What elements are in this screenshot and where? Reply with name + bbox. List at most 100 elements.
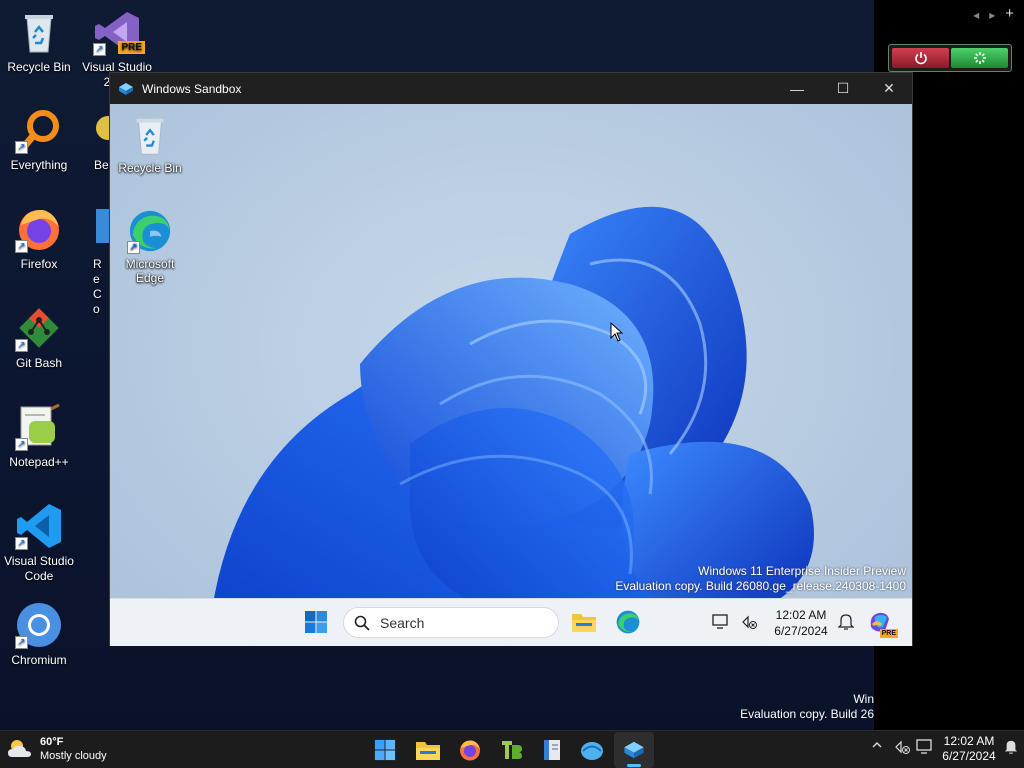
desktop-icon-label: Chromium xyxy=(11,653,67,667)
sandbox-search-box[interactable]: Search xyxy=(343,607,559,638)
sandbox-icon-edge[interactable]: ↗ Microsoft Edge xyxy=(110,208,190,285)
weather-text: 60°F Mostly cloudy xyxy=(40,735,107,763)
edge-icon: ↗ xyxy=(127,208,173,254)
minimize-button[interactable]: — xyxy=(774,73,820,104)
desktop-icon-partial-2[interactable]: Re Co xyxy=(78,205,110,317)
tray-network-icon[interactable] xyxy=(894,739,912,758)
firefox-icon: ↗ xyxy=(15,205,63,253)
windows-logo-icon xyxy=(305,611,327,633)
prev-arrow-icon[interactable]: ◂ xyxy=(973,8,979,22)
host-windows-sandbox-button[interactable] xyxy=(614,732,654,768)
edge-icon xyxy=(616,610,640,634)
weather-widget[interactable]: 60°F Mostly cloudy xyxy=(6,735,107,763)
weather-temperature: 60°F xyxy=(40,736,64,748)
desktop-icon-recycle-bin[interactable]: Recycle Bin xyxy=(0,8,78,75)
power-icon xyxy=(914,52,927,65)
host-watermark-line1: Win xyxy=(853,692,874,706)
desktop-icon-firefox[interactable]: ↗ Firefox xyxy=(0,205,78,272)
desktop-icon-chromium[interactable]: ↗ Chromium xyxy=(0,601,78,668)
next-arrow-icon[interactable]: ▸ xyxy=(989,8,995,22)
host-clock-date: 6/27/2024 xyxy=(942,749,996,763)
folder-icon xyxy=(572,614,596,632)
window-title: Windows Sandbox xyxy=(142,81,242,96)
sandbox-titlebar[interactable]: Windows Sandbox — ☐ ✕ xyxy=(110,73,912,104)
sandbox-icon-recycle-bin[interactable]: Recycle Bin xyxy=(110,112,190,175)
weather-condition: Mostly cloudy xyxy=(40,750,107,762)
git-bash-icon: ↗ xyxy=(15,304,63,352)
close-button[interactable]: ✕ xyxy=(866,73,912,104)
desktop-icon-notepad-plus-plus[interactable]: ↗ Notepad++ xyxy=(0,403,78,470)
notification-bell-icon[interactable] xyxy=(1004,739,1018,758)
vscode-icon: ↗ xyxy=(15,502,63,550)
desktop-icon-vscode[interactable]: ↗ Visual Studio Code xyxy=(0,502,78,584)
windows-logo-icon xyxy=(374,739,396,761)
power-widget xyxy=(888,44,1012,72)
host-watermark-line2: Evaluation copy. Build 26 xyxy=(740,707,874,721)
sandbox-edge-button[interactable] xyxy=(610,604,646,640)
visual-studio-icon: PRE ↗ xyxy=(93,8,145,56)
window-controls: — ☐ ✕ xyxy=(774,73,912,104)
desktop-icon-label: Everything xyxy=(10,158,68,172)
firefox-icon xyxy=(460,740,480,761)
shortcut-arrow-icon: ↗ xyxy=(15,141,28,154)
preview-badge: PRE xyxy=(118,41,145,54)
recycle-bin-icon xyxy=(15,8,63,56)
sandbox-notification-button[interactable] xyxy=(832,604,860,640)
desktop-icon-label: Visual Studio Code xyxy=(4,554,74,583)
sandbox-desktop[interactable]: Recycle Bin ↗ Microsoft Edge Windows 11 … xyxy=(110,104,912,646)
monitor-icon xyxy=(712,614,728,629)
sandbox-display-tray[interactable] xyxy=(707,604,735,640)
power-off-button[interactable] xyxy=(892,48,949,68)
desktop-icon-label: Notepad++ xyxy=(9,455,69,469)
desktop-icon-label: Git Bash xyxy=(15,356,63,370)
recycle-bin-icon xyxy=(127,112,173,158)
search-placeholder: Search xyxy=(380,614,425,631)
sandbox-window[interactable]: Windows Sandbox — ☐ ✕ Recycle Bin ↗ Micr… xyxy=(109,72,913,646)
desktop-icon-partial[interactable]: Be xyxy=(78,106,110,173)
desktop-icon-git-bash[interactable]: ↗ Git Bash xyxy=(0,304,78,371)
sandbox-clock-time: 12:02 AM xyxy=(775,608,827,622)
host-notebook-app-button[interactable] xyxy=(532,732,572,768)
sandbox-watermark-line2: Evaluation copy. Build 26080.ge_release.… xyxy=(615,579,906,593)
tray-overflow-chevron-icon[interactable] xyxy=(872,739,882,753)
desktop-icon-label: Firefox xyxy=(20,257,58,271)
shell-app-icon xyxy=(581,742,603,760)
host-tb-app-button[interactable] xyxy=(492,732,532,768)
host-start-button[interactable] xyxy=(365,732,405,768)
shortcut-arrow-icon: ↗ xyxy=(93,43,106,56)
desktop-icon-label: Recycle Bin xyxy=(7,60,71,74)
desktop-icon-everything[interactable]: ↗ Everything xyxy=(0,106,78,173)
host-sandbox-shell-button[interactable] xyxy=(572,732,612,768)
sandbox-taskbar: Search 12:02 AM 6/27/2024 PRE xyxy=(110,598,912,646)
add-icon[interactable]: + xyxy=(1005,6,1014,22)
maximize-button[interactable]: ☐ xyxy=(820,73,866,104)
sandbox-app-icon xyxy=(624,741,644,759)
everything-icon: ↗ xyxy=(15,106,63,154)
network-disconnected-icon xyxy=(742,615,757,629)
shortcut-arrow-icon: ↗ xyxy=(15,636,28,649)
sandbox-copilot-button[interactable]: PRE xyxy=(862,604,898,640)
host-firefox-button[interactable] xyxy=(450,732,490,768)
side-panel-nav: ◂ ▸ + xyxy=(973,6,1014,22)
shortcut-arrow-icon: ↗ xyxy=(15,339,28,352)
mouse-cursor-icon xyxy=(610,322,624,342)
shortcut-arrow-icon: ↗ xyxy=(127,241,140,254)
sandbox-clock-date: 6/27/2024 xyxy=(774,624,828,638)
sandbox-start-button[interactable] xyxy=(298,604,334,640)
tray-display-icon[interactable] xyxy=(916,739,934,758)
sandbox-network-tray[interactable] xyxy=(736,604,764,640)
folder-icon xyxy=(416,742,440,760)
partly-cloudy-icon xyxy=(8,740,31,757)
sandbox-file-explorer-button[interactable] xyxy=(566,604,602,640)
host-file-explorer-button[interactable] xyxy=(408,732,448,768)
sandbox-icon-label: Recycle Bin xyxy=(118,161,182,175)
notepad-plus-plus-icon: ↗ xyxy=(15,403,63,451)
sandbox-clock[interactable]: 12:02 AM 6/27/2024 xyxy=(770,607,832,639)
host-clock-time: 12:02 AM xyxy=(943,734,995,748)
sandbox-watermark: Windows 11 Enterprise Insider Preview Ev… xyxy=(615,564,906,594)
notification-bell-icon xyxy=(838,614,854,630)
host-clock[interactable]: 12:02 AM 6/27/2024 xyxy=(938,734,1000,764)
restart-button[interactable] xyxy=(951,48,1008,68)
host-watermark: Win Evaluation copy. Build 26 xyxy=(740,692,874,722)
copilot-preview-badge: PRE xyxy=(879,629,898,638)
